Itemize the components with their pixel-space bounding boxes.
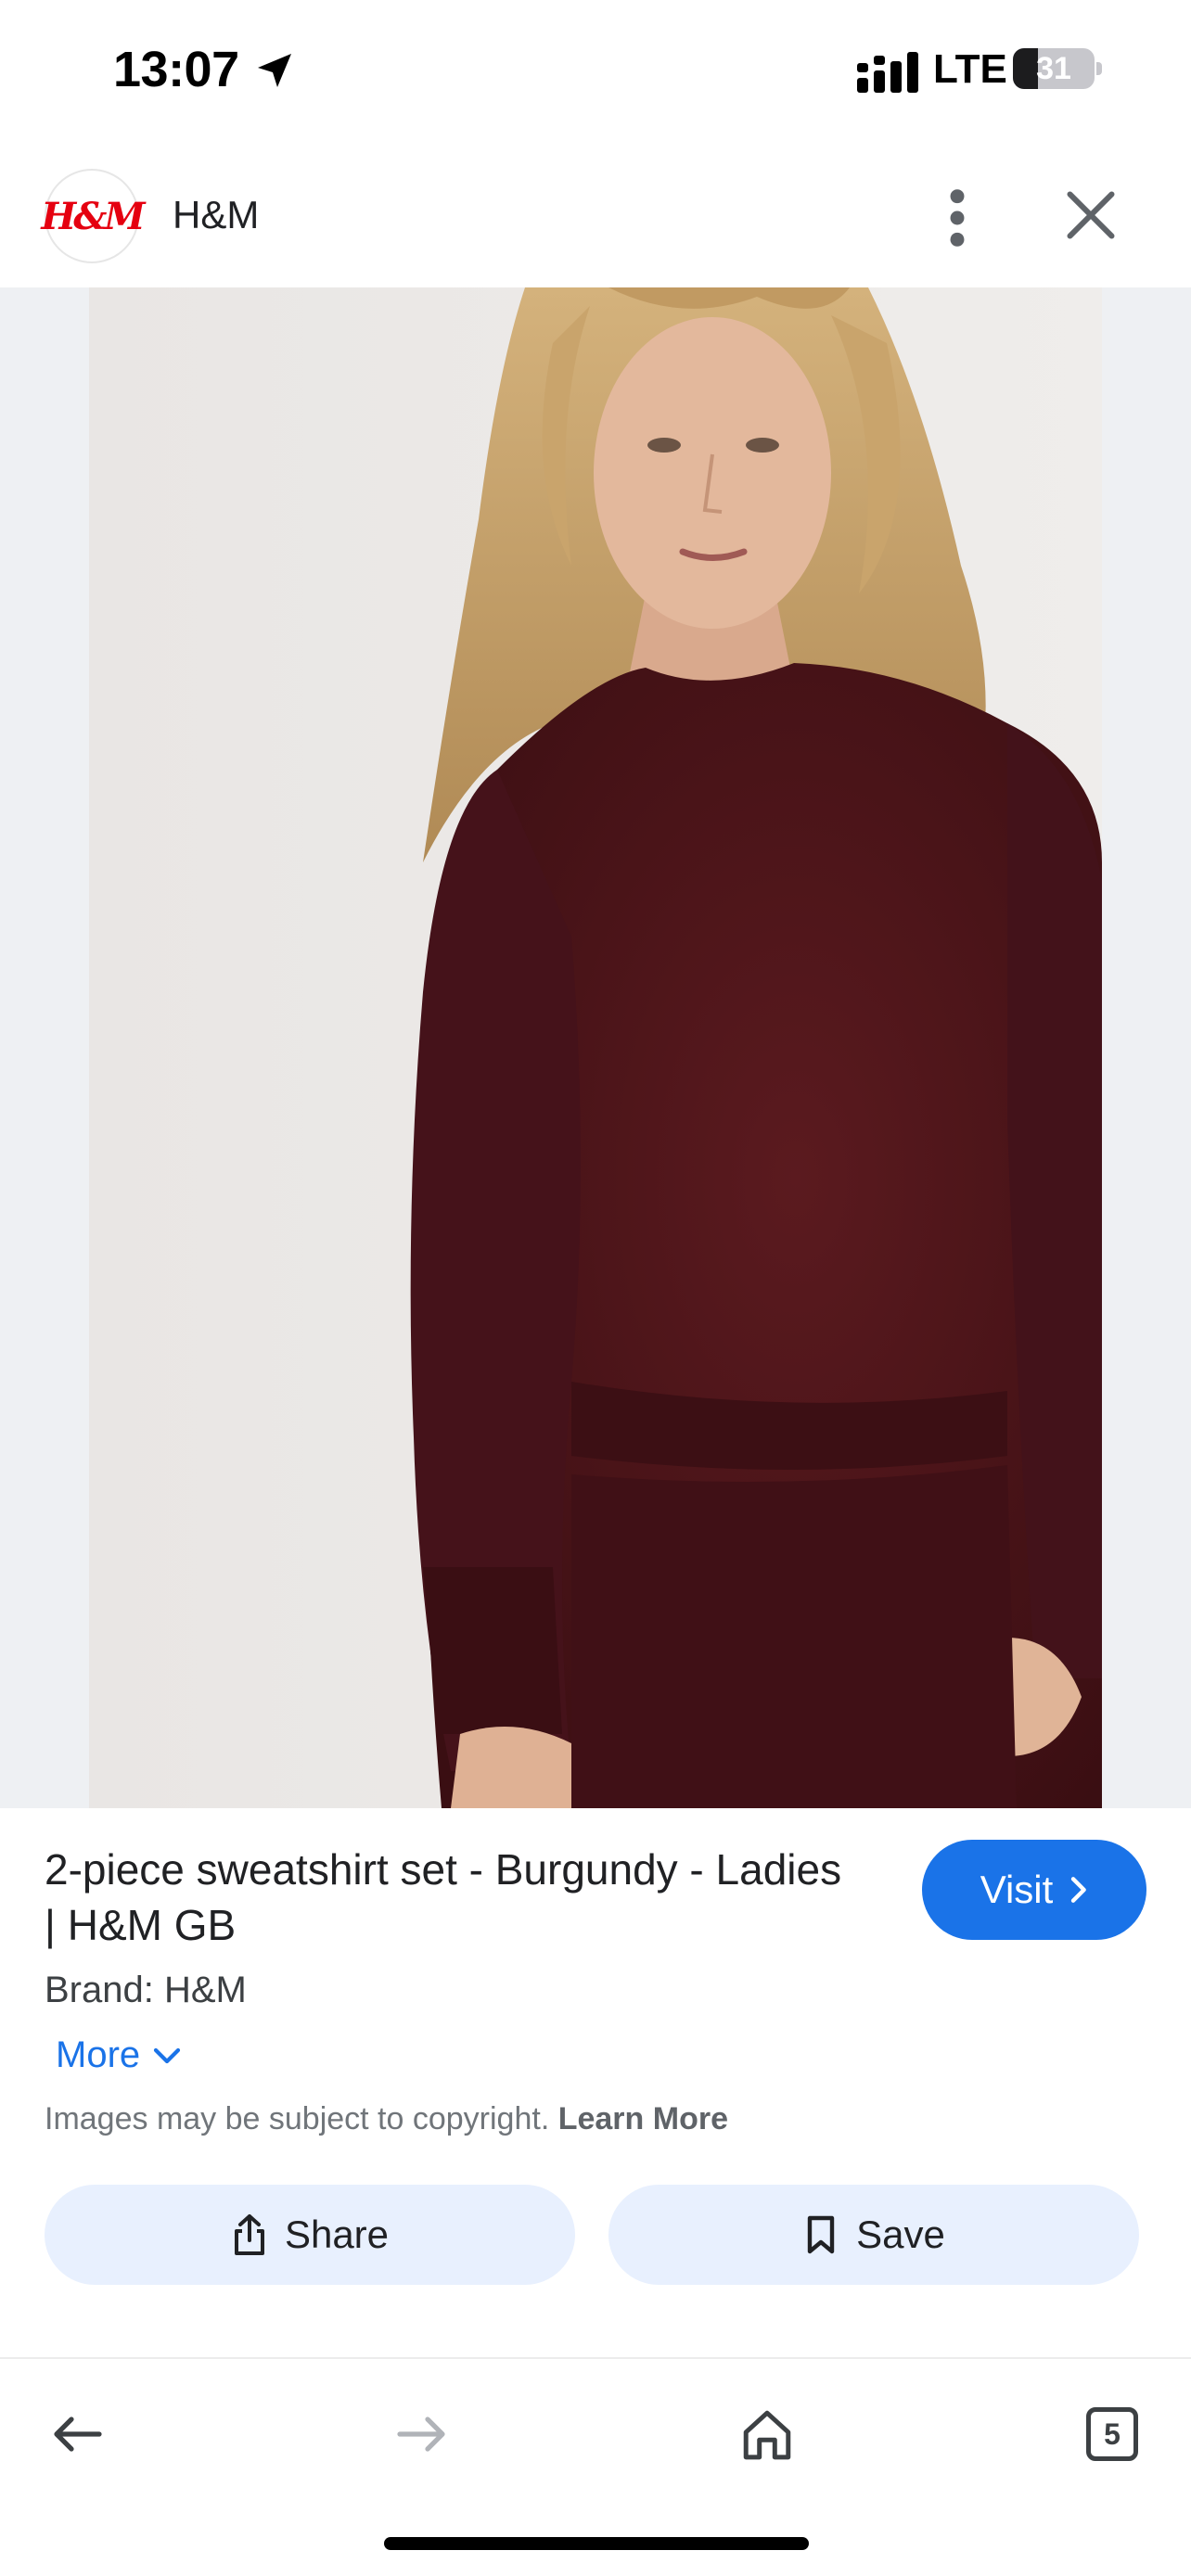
back-arrow-icon: [54, 2417, 102, 2452]
site-name[interactable]: H&M: [173, 193, 259, 237]
close-icon[interactable]: [1063, 187, 1119, 243]
network-type: LTE: [933, 46, 1007, 92]
chevron-down-icon: [154, 2047, 181, 2063]
brand-line: Brand: H&M: [45, 1970, 247, 2010]
share-icon: [234, 2214, 264, 2255]
visit-button[interactable]: Visit: [922, 1840, 1146, 1940]
share-button[interactable]: Share: [45, 2185, 575, 2285]
share-label: Share: [284, 2213, 390, 2256]
tabs-icon: 5: [1086, 2407, 1138, 2461]
back-button[interactable]: [35, 2392, 119, 2476]
result-header: H&M H&M: [0, 148, 1191, 287]
copyright-text: Images may be subject to copyright.: [45, 2101, 550, 2136]
product-photo: [89, 287, 1102, 1808]
image-viewer[interactable]: [0, 287, 1191, 1808]
home-indicator[interactable]: [384, 2537, 809, 2550]
forward-button[interactable]: [380, 2392, 464, 2476]
location-arrow-icon: [258, 54, 291, 87]
more-button[interactable]: More: [56, 2034, 181, 2076]
battery-icon: 31: [1013, 48, 1102, 89]
bookmark-icon: [807, 2215, 835, 2254]
tab-count: 5: [1104, 2417, 1121, 2451]
signal-icon: [857, 52, 918, 93]
visit-label: Visit: [980, 1868, 1054, 1911]
copyright-notice: Images may be subject to copyright. Lear…: [45, 2101, 728, 2137]
hm-logo: H&M: [41, 194, 145, 238]
status-bar: 13:07 LTE 31: [0, 0, 1191, 139]
battery-percent: 31: [1036, 51, 1071, 86]
learn-more-link[interactable]: Learn More: [558, 2101, 728, 2136]
forward-arrow-icon: [397, 2417, 445, 2452]
save-button[interactable]: Save: [608, 2185, 1139, 2285]
more-vert-icon[interactable]: [931, 185, 983, 250]
product-title[interactable]: 2-piece sweatshirt set - Burgundy - Ladi…: [45, 1842, 861, 1953]
home-button[interactable]: [725, 2392, 809, 2476]
home-icon: [743, 2410, 791, 2460]
site-avatar[interactable]: H&M: [41, 169, 146, 263]
save-label: Save: [856, 2213, 945, 2256]
tabs-button[interactable]: 5: [1070, 2392, 1154, 2476]
chevron-right-icon: [1071, 1877, 1087, 1903]
status-time: 13:07: [113, 42, 239, 97]
more-label: More: [56, 2034, 141, 2075]
